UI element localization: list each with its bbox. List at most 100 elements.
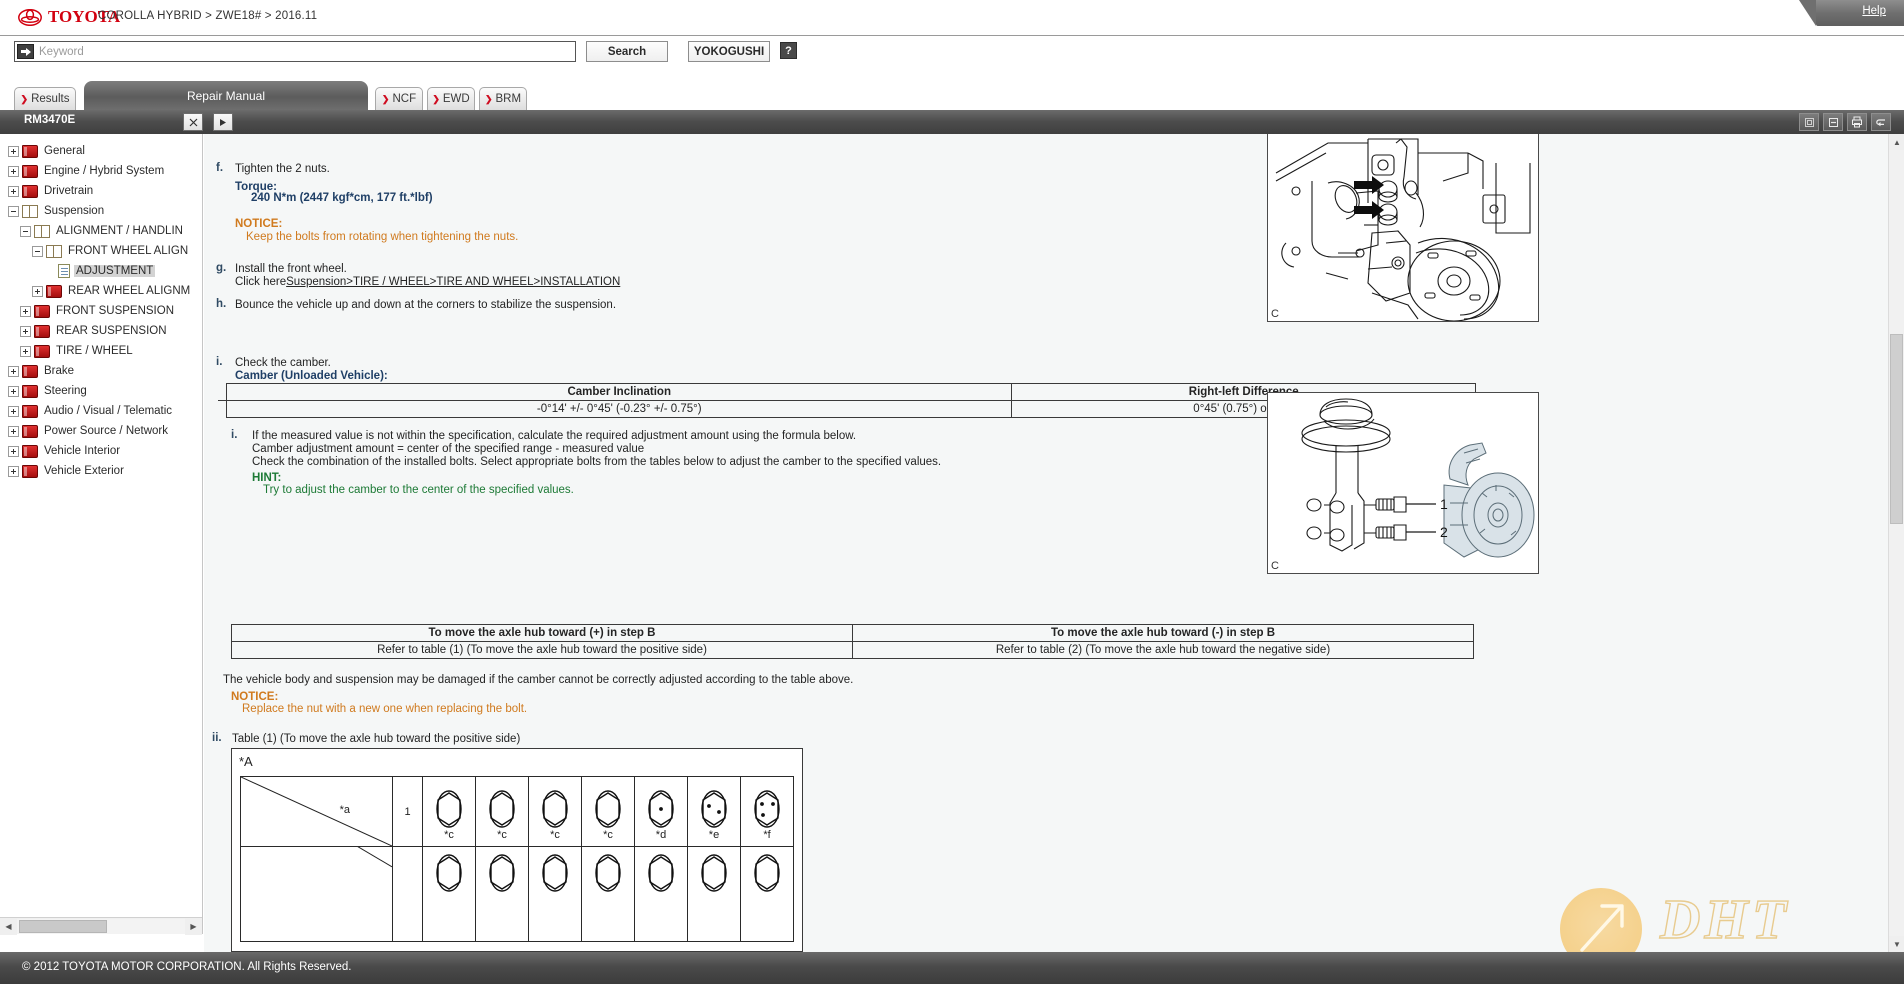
bolt-table-corner-cell: *a	[240, 776, 393, 847]
expand-icon[interactable]	[20, 345, 31, 357]
bolt-row-number-cell: 1	[392, 776, 423, 847]
tab-ncf[interactable]: ❯ NCF	[375, 87, 423, 110]
search-input[interactable]	[37, 44, 575, 59]
content-vertical-scrollbar[interactable]: ▲ ▼	[1888, 134, 1904, 952]
book-open-icon	[34, 224, 50, 238]
tree-item-rear-suspension[interactable]: REAR SUSPENSION	[0, 321, 202, 341]
book-closed-icon	[22, 364, 38, 378]
book-closed-icon	[22, 444, 38, 458]
bolt-table-corner-cell-2	[240, 846, 393, 942]
search-button[interactable]: Search	[586, 41, 668, 62]
vertical-scroll-thumb[interactable]	[1890, 334, 1903, 524]
tree-item-front-wheel-align[interactable]: FRONT WHEEL ALIGN	[0, 241, 202, 261]
book-closed-icon	[34, 304, 50, 318]
tab-brm[interactable]: ❯ BRM	[479, 87, 527, 110]
diagonal-divider-icon	[357, 847, 392, 868]
tree-item-rear-wheel-alignm[interactable]: REAR WHEEL ALIGNM	[0, 281, 202, 301]
enter-arrow-icon	[17, 44, 34, 59]
tab-repair-manual[interactable]: Repair Manual	[84, 81, 368, 110]
tree-item-vehicle-interior[interactable]: Vehicle Interior	[0, 441, 202, 461]
tree-item-front-suspension[interactable]: FRONT SUSPENSION	[0, 301, 202, 321]
expand-icon[interactable]	[8, 405, 19, 417]
hint-text: Try to adjust the camber to the center o…	[263, 484, 574, 496]
scroll-up-icon[interactable]: ▲	[1889, 134, 1904, 150]
expand-icon[interactable]	[20, 305, 31, 317]
scroll-track[interactable]	[17, 918, 185, 934]
bolt-caption: *c	[550, 828, 560, 841]
expand-icon[interactable]	[8, 385, 19, 397]
book-closed-icon	[22, 144, 38, 158]
back-icon[interactable]	[1871, 113, 1891, 131]
scroll-down-icon[interactable]: ▼	[1889, 936, 1904, 952]
tab-results[interactable]: ❯ Results	[14, 87, 76, 110]
tree-item-label: Drivetrain	[44, 185, 94, 197]
figure1-letter: C	[1271, 308, 1279, 320]
table-header-row: To move the axle hub toward (+) in step …	[231, 624, 1474, 642]
scroll-right-icon[interactable]: ▶	[185, 917, 202, 935]
expand-icon[interactable]	[8, 465, 19, 477]
tree-item-vehicle-exterior[interactable]: Vehicle Exterior	[0, 461, 202, 481]
click-here-label: Click here	[235, 276, 287, 288]
book-closed-icon	[22, 464, 38, 478]
bolt-cell	[634, 846, 688, 942]
book-closed-icon	[46, 284, 62, 298]
tab-ewd[interactable]: ❯ EWD	[427, 87, 475, 110]
step-h-text: Bounce the vehicle up and down at the co…	[235, 299, 617, 311]
expand-icon[interactable]	[8, 145, 19, 157]
bolt-grid: *a 1 *c *c *c *c *d *e *f	[240, 776, 794, 942]
tree-item-brake[interactable]: Brake	[0, 361, 202, 381]
collapse-icon[interactable]	[20, 225, 31, 237]
expand-icon[interactable]	[8, 425, 19, 437]
document-id-label: RM3470E	[24, 114, 76, 126]
print-icon[interactable]	[1847, 113, 1867, 131]
book-closed-icon	[34, 324, 50, 338]
collapse-icon[interactable]	[8, 205, 19, 217]
book-closed-icon	[22, 164, 38, 178]
book-open-icon	[22, 204, 38, 218]
move-data-cell: Refer to table (1) (To move the axle hub…	[231, 641, 853, 659]
tree-item-label: Engine / Hybrid System	[44, 165, 165, 177]
collapse-icon[interactable]	[32, 245, 43, 257]
notice2-text: Replace the nut with a new one when repl…	[242, 703, 528, 715]
sidebar-horizontal-scrollbar[interactable]: ◀ ▶	[0, 917, 202, 935]
close-document-icon[interactable]	[183, 113, 203, 131]
warning-text: The vehicle body and suspension may be d…	[223, 674, 854, 686]
manual-tree: General Engine / Hybrid System Drivetrain S…	[0, 134, 202, 916]
minimize-window-icon[interactable]	[1823, 113, 1843, 131]
search-bar: Search YOKOGUSHI ?	[0, 37, 1904, 67]
step-g-link-line: Click hereSuspension>TIRE / WHEEL>TIRE A…	[235, 275, 620, 290]
bolt-row-number-cell-2	[392, 846, 423, 942]
expand-icon[interactable]	[8, 365, 19, 377]
tree-item-audio-visual-telematic[interactable]: Audio / Visual / Telematic	[0, 401, 202, 421]
figure-strut-bolts: 1 2 C	[1267, 392, 1539, 574]
help-tab[interactable]	[1799, 0, 1904, 26]
scroll-thumb[interactable]	[19, 919, 107, 933]
yokogushi-button[interactable]: YOKOGUSHI	[688, 41, 770, 62]
tree-item-drivetrain[interactable]: Drivetrain	[0, 181, 202, 201]
chevron-right-icon: ❯	[484, 93, 493, 104]
help-question-icon[interactable]: ?	[780, 42, 797, 59]
bolt-cell: *c	[475, 776, 529, 847]
tree-item-engine-hybrid-system[interactable]: Engine / Hybrid System	[0, 161, 202, 181]
restore-window-icon[interactable]	[1799, 113, 1819, 131]
scroll-left-icon[interactable]: ◀	[0, 917, 17, 935]
tree-item-steering[interactable]: Steering	[0, 381, 202, 401]
expand-icon[interactable]	[8, 445, 19, 457]
bolt-caption: *c	[444, 828, 454, 841]
callout-2: 2	[1440, 524, 1448, 540]
tree-item-tire-wheel[interactable]: TIRE / WHEEL	[0, 341, 202, 361]
tree-item-suspension[interactable]: Suspension	[0, 201, 202, 221]
expand-icon[interactable]	[8, 185, 19, 197]
tire-wheel-installation-link[interactable]: Suspension>TIRE / WHEEL>TIRE AND WHEEL>I…	[286, 276, 620, 288]
tree-item-general[interactable]: General	[0, 141, 202, 161]
tree-item-power-source-network[interactable]: Power Source / Network	[0, 421, 202, 441]
bolt-cell: *c	[528, 776, 582, 847]
expand-icon[interactable]	[32, 285, 43, 297]
next-document-icon[interactable]	[213, 113, 233, 131]
tree-item-alignment-handlin[interactable]: ALIGNMENT / HANDLIN	[0, 221, 202, 241]
expand-icon[interactable]	[20, 325, 31, 337]
tree-item-adjustment[interactable]: ADJUSTMENT	[0, 261, 202, 281]
bolt-cell	[687, 846, 741, 942]
expand-icon[interactable]	[8, 165, 19, 177]
help-link[interactable]: Help	[1862, 5, 1886, 17]
